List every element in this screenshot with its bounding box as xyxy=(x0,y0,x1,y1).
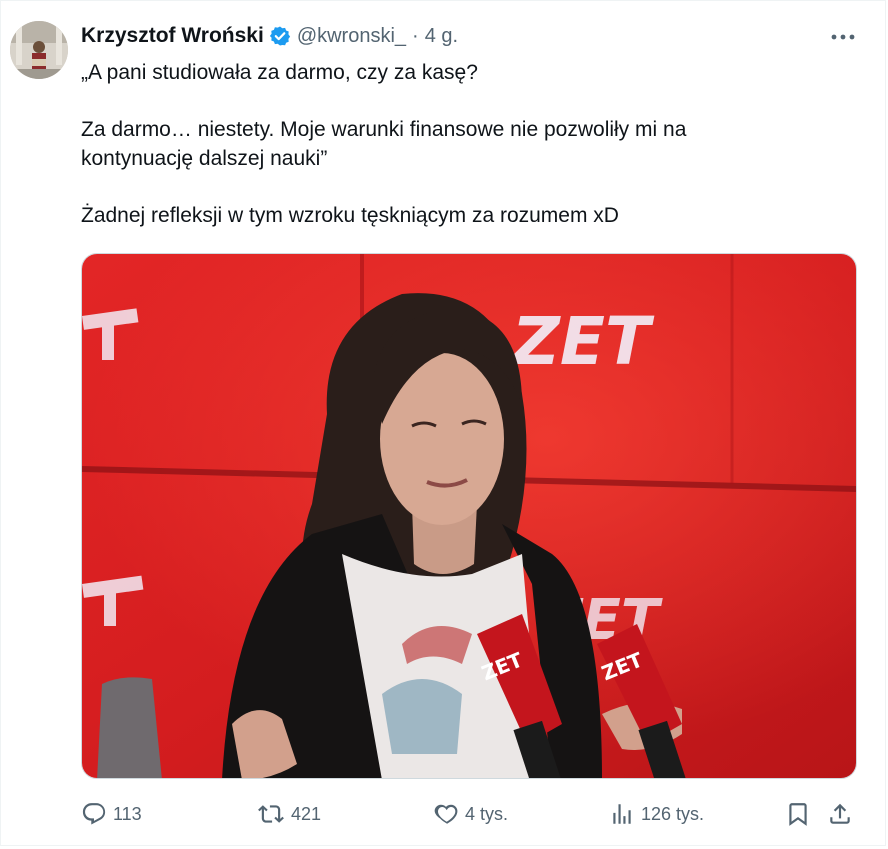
avatar[interactable] xyxy=(10,21,68,79)
reply-icon xyxy=(81,801,107,827)
zet-logo: ZET xyxy=(510,303,655,380)
author-name[interactable]: Krzysztof Wroński xyxy=(81,24,264,48)
verified-badge-icon xyxy=(269,25,291,47)
repost-button[interactable]: 421 xyxy=(257,796,321,832)
repost-icon xyxy=(257,801,285,827)
tweet-text-line: „A pani studiowała za darmo, czy za kasę… xyxy=(81,61,478,84)
views-button[interactable]: 126 tys. xyxy=(609,796,704,832)
tweet-text-line: Żadnej refleksji w tym wzroku tęskniącym… xyxy=(81,203,619,227)
more-icon[interactable] xyxy=(829,27,857,47)
bookmark-button[interactable] xyxy=(785,796,811,832)
tweet-text: „A pani studiowała za darmo, czy za kasę… xyxy=(81,59,841,230)
tweet-actions: 113 421 4 tys. 126 tys. xyxy=(81,796,861,832)
studio-video-frame: ZET ZET ZET ZET xyxy=(82,254,856,778)
views-icon xyxy=(609,801,635,827)
views-count: 126 tys. xyxy=(641,803,705,824)
reply-count: 113 xyxy=(113,803,142,824)
tweet-time[interactable]: 4 g. xyxy=(425,25,458,48)
tweet-header: Krzysztof Wroński @kwronski_ · 4 g. xyxy=(81,21,458,51)
share-icon xyxy=(827,801,853,827)
tweet-text-line: kontynuację dalszej nauki” xyxy=(81,146,328,170)
tweet-text-line: Za darmo… niestety. Moje warunki finanso… xyxy=(81,118,687,141)
tweet-card[interactable]: Krzysztof Wroński @kwronski_ · 4 g. „A p… xyxy=(0,0,886,846)
author-handle[interactable]: @kwronski_ xyxy=(297,25,406,48)
repost-count: 421 xyxy=(291,803,322,824)
like-count: 4 tys. xyxy=(465,803,509,824)
like-button[interactable]: 4 tys. xyxy=(433,796,508,832)
reply-button[interactable]: 113 xyxy=(81,796,142,832)
zet-logo-text: ZET xyxy=(510,303,655,380)
separator-dot: · xyxy=(412,24,419,47)
tweet-media-video[interactable]: ZET ZET ZET ZET xyxy=(81,253,857,779)
like-icon xyxy=(433,801,459,827)
share-button[interactable] xyxy=(827,796,853,832)
bookmark-icon xyxy=(785,801,811,827)
